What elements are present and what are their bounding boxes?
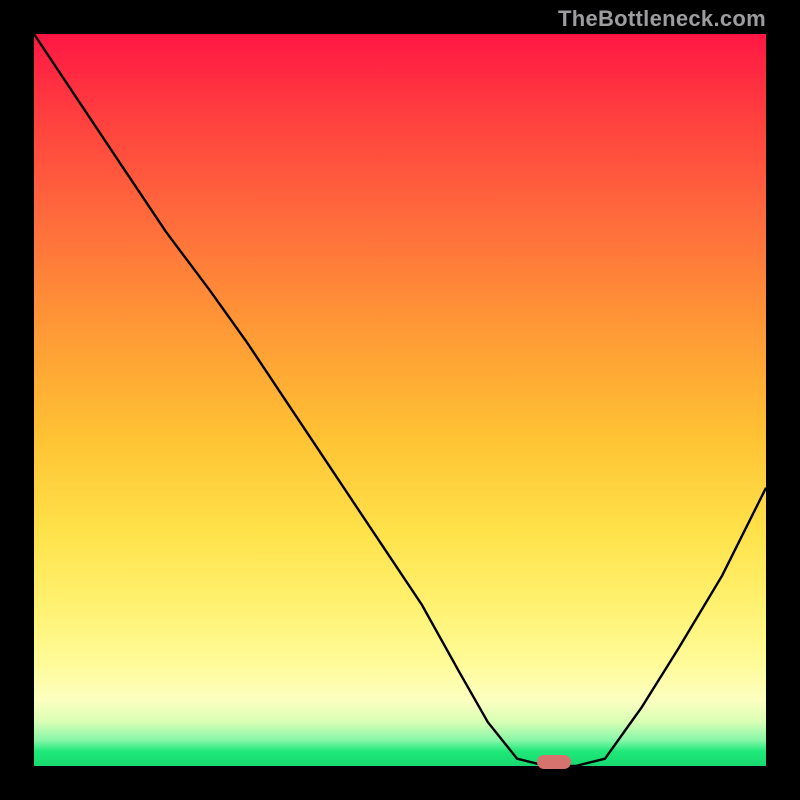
plot-area [34,34,766,766]
bottleneck-curve [34,34,766,766]
chart-frame: { "watermark": "TheBottleneck.com", "col… [0,0,800,800]
watermark-text: TheBottleneck.com [558,6,766,32]
optimal-marker [537,755,571,769]
